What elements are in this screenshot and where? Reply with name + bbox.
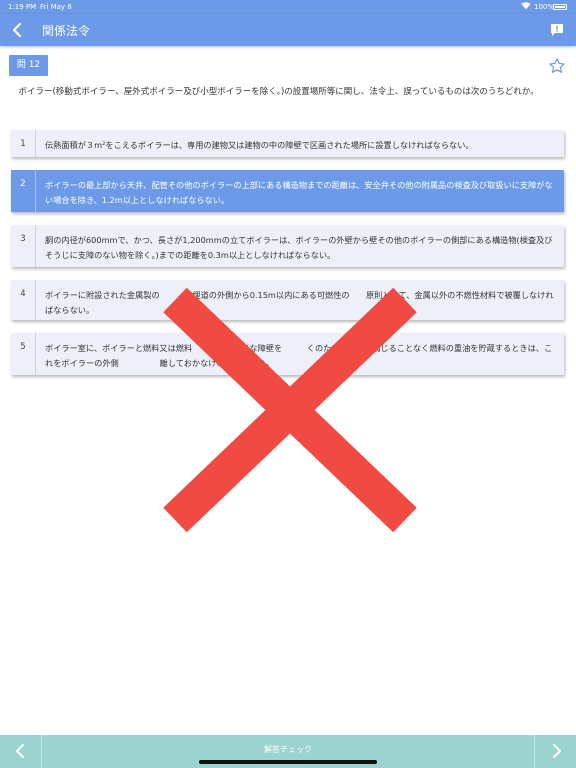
home-indicator bbox=[199, 760, 377, 764]
wifi-icon bbox=[521, 1, 531, 13]
star-outline-icon bbox=[549, 58, 565, 73]
option-text: 伝熱面積が３m²をこえるボイラーは、専用の建物又は建物の中の障壁で区画された場所… bbox=[45, 140, 474, 150]
option-number: 1 bbox=[11, 130, 36, 157]
option-2[interactable]: 2 ボイラーの最上部から天井、配管その他のボイラーの上部にある構造物までの距離は… bbox=[11, 170, 564, 212]
option-text: 胴の内径が600mmで、かつ、長さが1,200mmの立てボイラーは、ボイラーの外… bbox=[45, 235, 553, 260]
battery-percent: 100% bbox=[534, 3, 555, 11]
option-5[interactable]: 5 ボイラー室に、ボイラーと燃料又は燃料 間に適当な障壁を くのための措置を講じ… bbox=[11, 333, 564, 375]
option-number: 2 bbox=[11, 170, 36, 212]
option-text: ボイラー室に、ボイラーと燃料又は燃料 間に適当な障壁を くのための措置を講じるこ… bbox=[45, 343, 553, 368]
chevron-right-icon bbox=[553, 744, 561, 758]
question-text: ボイラー(移動式ボイラー、屋外式ボイラー及び小型ボイラーを除く。)の設置場所等に… bbox=[18, 87, 539, 97]
option-text: ボイラーの最上部から天井、配管その他のボイラーの上部にある構造物までの距離は、安… bbox=[45, 180, 553, 205]
message-button[interactable] bbox=[550, 22, 564, 36]
favorite-button[interactable] bbox=[548, 57, 566, 75]
chevron-left-icon bbox=[16, 744, 24, 758]
message-icon bbox=[551, 24, 563, 36]
option-1[interactable]: 1 伝熱面積が３m²をこえるボイラーは、専用の建物又は建物の中の障壁で区画された… bbox=[11, 130, 564, 157]
nav-bar: 関係法令 bbox=[0, 14, 576, 46]
back-button[interactable] bbox=[6, 18, 30, 42]
question-number-badge: 問 12 bbox=[9, 55, 48, 76]
next-question-button[interactable] bbox=[534, 735, 576, 768]
battery-icon bbox=[553, 4, 567, 10]
option-number: 4 bbox=[11, 280, 36, 320]
status-date: Fri May 8 bbox=[40, 3, 72, 11]
option-3[interactable]: 3 胴の内径が600mmで、かつ、長さが1,200mmの立てボイラーは、ボイラー… bbox=[11, 225, 564, 267]
status-bar: 1:19 PM Fri May 8 100% bbox=[0, 0, 576, 14]
status-time: 1:19 PM bbox=[8, 3, 37, 11]
option-4[interactable]: 4 ボイラーに附設された金属製の は埋道の外側から0.15m以内にある可燃性の … bbox=[11, 280, 564, 320]
option-text: ボイラーに附設された金属製の は埋道の外側から0.15m以内にある可燃性の 原則… bbox=[45, 290, 554, 315]
option-number: 3 bbox=[11, 225, 36, 267]
page-title: 関係法令 bbox=[42, 24, 91, 38]
chevron-left-icon bbox=[12, 22, 22, 38]
option-number: 5 bbox=[11, 333, 36, 375]
previous-question-button[interactable] bbox=[0, 735, 42, 768]
